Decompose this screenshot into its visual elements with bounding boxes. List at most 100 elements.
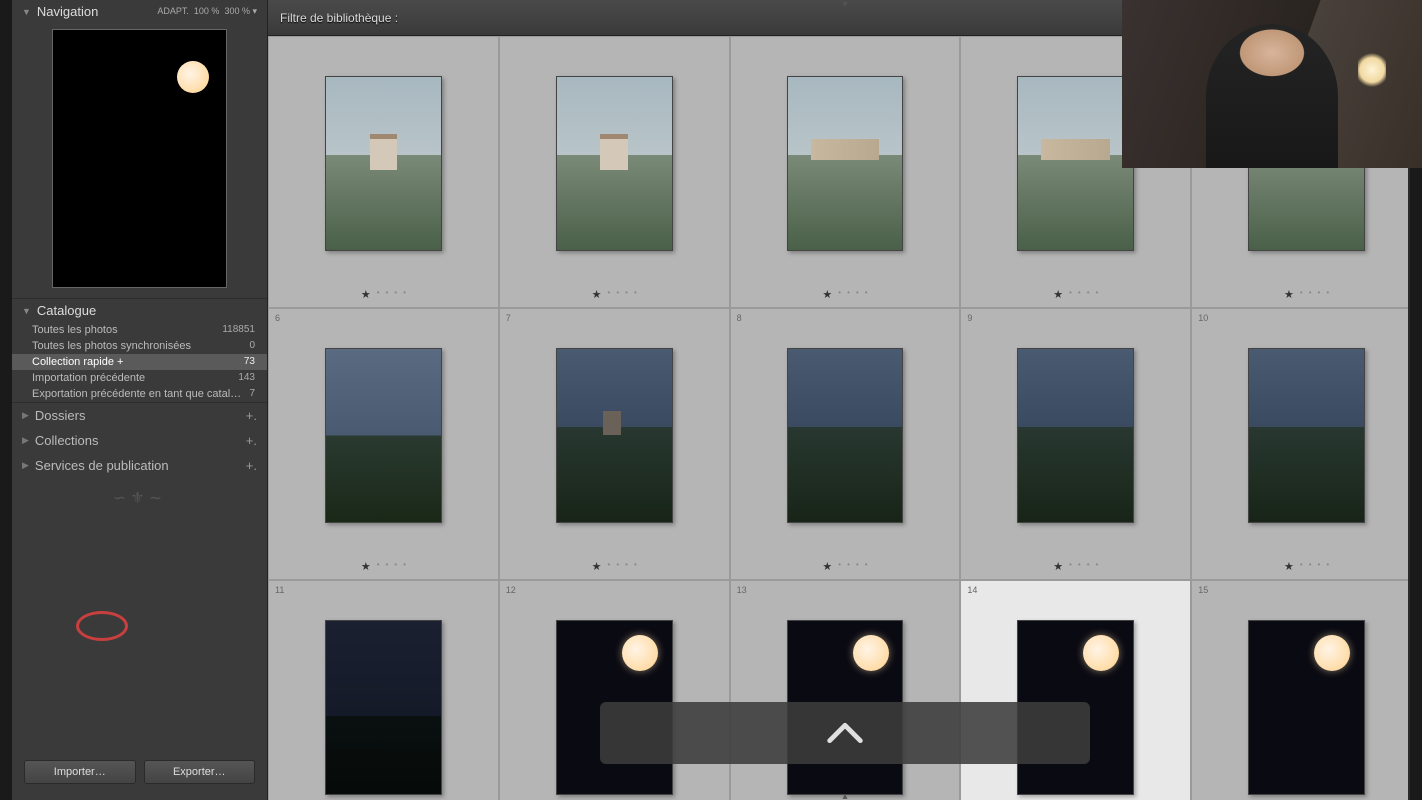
rating-dot-icon[interactable]: • — [394, 288, 397, 301]
rating-dot-icon[interactable]: • — [625, 288, 628, 301]
rating-star-icon[interactable]: ★ — [1284, 560, 1294, 573]
import-button[interactable]: Importer… — [24, 760, 136, 784]
rating-dot-icon[interactable]: • — [847, 288, 850, 301]
rating-dot-icon[interactable]: • — [634, 560, 637, 573]
grid-cell[interactable]: 11 ★•••• — [268, 580, 499, 800]
rating-dot-icon[interactable]: • — [865, 288, 868, 301]
grid-cell[interactable]: ★ • • • • — [730, 36, 961, 308]
rating-dot-icon[interactable]: • — [838, 288, 841, 301]
thumbnail[interactable] — [1248, 348, 1365, 523]
grid-cell[interactable]: ★ • • • • — [499, 36, 730, 308]
rating-star-icon[interactable]: ★ — [361, 288, 371, 301]
grid-cell[interactable]: 14 ★•••• — [960, 580, 1191, 800]
rating-dot-icon[interactable]: • — [1078, 288, 1081, 301]
catalogue-item[interactable]: Collection rapide +73 — [12, 354, 267, 370]
rating-dot-icon[interactable]: • — [1087, 288, 1090, 301]
thumbnail[interactable] — [325, 76, 442, 251]
bottom-panel-handle-icon[interactable]: ▴ — [842, 791, 847, 800]
add-icon[interactable]: +. — [246, 408, 257, 423]
rating-star-icon[interactable]: ★ — [592, 560, 602, 573]
rating-dot-icon[interactable]: • — [1300, 560, 1303, 573]
rating-dot-icon[interactable]: • — [625, 560, 628, 573]
cell-index: 7 — [506, 313, 511, 323]
grid-cell[interactable]: 15 ★•••• — [1191, 580, 1422, 800]
rating-dot-icon[interactable]: • — [1318, 560, 1321, 573]
catalogue-item-label: Toutes les photos — [32, 324, 216, 336]
grid-cell[interactable]: 7 ★ • • • • — [499, 308, 730, 580]
rating-dot-icon[interactable]: • — [856, 560, 859, 573]
rating-dot-icon[interactable]: • — [386, 560, 389, 573]
rating-dot-icon[interactable]: • — [1326, 288, 1329, 301]
rating-star-icon[interactable]: ★ — [1284, 288, 1294, 301]
navigation-header[interactable]: ▼ Navigation ADAPT. 100 % 300 % ▾ — [12, 0, 267, 23]
catalogue-item[interactable]: Importation précédente143 — [12, 370, 267, 386]
grid-cell[interactable]: ★ • • • • — [268, 36, 499, 308]
rating-dot-icon[interactable]: • — [1096, 560, 1099, 573]
grid-cell[interactable]: 13 ★•••• — [730, 580, 961, 800]
collections-panel-header[interactable]: ▶ Collections +. — [12, 428, 267, 453]
rating-dot-icon[interactable]: • — [616, 560, 619, 573]
cell-index: 8 — [737, 313, 742, 323]
rating-dot-icon[interactable]: • — [1069, 288, 1072, 301]
zoom-controls[interactable]: ADAPT. 100 % 300 % ▾ — [157, 6, 257, 17]
disclosure-right-icon: ▶ — [22, 460, 29, 471]
rating-star-icon[interactable]: ★ — [1053, 288, 1063, 301]
rating-dot-icon[interactable]: • — [403, 288, 406, 301]
grid-cell[interactable]: 10 ★•••• — [1191, 308, 1422, 580]
thumbnail[interactable] — [325, 620, 442, 795]
export-button[interactable]: Exporter… — [144, 760, 256, 784]
rating-dot-icon[interactable]: • — [386, 288, 389, 301]
rating-dot-icon[interactable]: • — [1318, 288, 1321, 301]
filmstrip-toggle-hud[interactable] — [600, 702, 1090, 764]
rating-dot-icon[interactable]: • — [856, 288, 859, 301]
grid-cell[interactable]: 12 ★•••• — [499, 580, 730, 800]
rating-star-icon[interactable]: ★ — [361, 560, 371, 573]
rating-dot-icon[interactable]: • — [377, 560, 380, 573]
catalogue-item[interactable]: Toutes les photos118851 — [12, 322, 267, 338]
services-panel-header[interactable]: ▶ Services de publication +. — [12, 453, 267, 478]
rating-dot-icon[interactable]: • — [608, 560, 611, 573]
rating-dot-icon[interactable]: • — [1300, 288, 1303, 301]
catalogue-item[interactable]: Toutes les photos synchronisées0 — [12, 338, 267, 354]
thumbnail[interactable] — [325, 348, 442, 523]
rating-dot-icon[interactable]: • — [394, 560, 397, 573]
catalogue-header[interactable]: ▼ Catalogue — [12, 299, 267, 322]
left-edge-handle[interactable] — [0, 0, 12, 800]
thumbnail[interactable] — [787, 76, 904, 251]
rating-dot-icon[interactable]: • — [616, 288, 619, 301]
rating-star-icon[interactable]: ★ — [822, 288, 832, 301]
add-icon[interactable]: +. — [246, 433, 257, 448]
thumbnail[interactable] — [556, 76, 673, 251]
thumbnail[interactable] — [1017, 348, 1134, 523]
rating-dot-icon[interactable]: • — [1309, 560, 1312, 573]
rating-dot-icon[interactable]: • — [1078, 560, 1081, 573]
rating-dot-icon[interactable]: • — [1087, 560, 1090, 573]
thumbnail[interactable] — [1017, 76, 1134, 251]
navigator-preview[interactable] — [12, 23, 267, 298]
add-icon[interactable]: +. — [246, 458, 257, 473]
rating-dot-icon[interactable]: • — [403, 560, 406, 573]
rating-star-icon[interactable]: ★ — [822, 560, 832, 573]
rating-dot-icon[interactable]: • — [377, 288, 380, 301]
rating-dot-icon[interactable]: • — [1069, 560, 1072, 573]
grid-cell[interactable]: 6 ★ • • • • — [268, 308, 499, 580]
rating-dot-icon[interactable]: • — [1096, 288, 1099, 301]
rating-dot-icon[interactable]: • — [1326, 560, 1329, 573]
grid-cell[interactable]: 8 ★ • • • • — [730, 308, 961, 580]
rating-dot-icon[interactable]: • — [1309, 288, 1312, 301]
rating-dot-icon[interactable]: • — [847, 560, 850, 573]
thumbnail[interactable] — [1248, 620, 1365, 795]
grid-cell[interactable]: 9 ★•••• — [960, 308, 1191, 580]
thumbnail[interactable] — [556, 348, 673, 523]
rating-star-icon[interactable]: ★ — [592, 288, 602, 301]
rating-dot-icon[interactable]: • — [838, 560, 841, 573]
rating-dot-icon[interactable]: • — [608, 288, 611, 301]
top-panel-handle-icon[interactable]: ▾ — [842, 0, 847, 10]
thumbnail[interactable] — [787, 348, 904, 523]
dossiers-panel-header[interactable]: ▶ Dossiers +. — [12, 403, 267, 428]
catalogue-item[interactable]: Exportation précédente en tant que catal… — [12, 386, 267, 402]
cell-index: 6 — [275, 313, 280, 323]
rating-star-icon[interactable]: ★ — [1053, 560, 1063, 573]
rating-dot-icon[interactable]: • — [865, 560, 868, 573]
rating-dot-icon[interactable]: • — [634, 288, 637, 301]
